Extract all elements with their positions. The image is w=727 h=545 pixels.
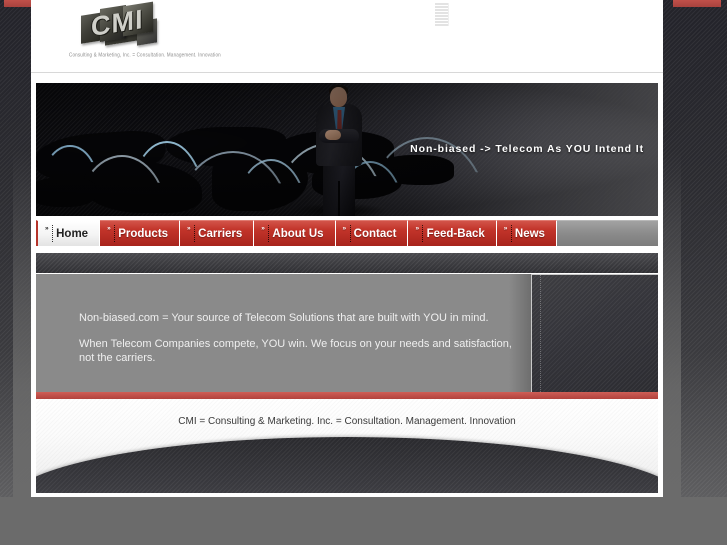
nav-item-home[interactable]: » Home — [36, 220, 101, 246]
intro-paragraph-2: When Telecom Companies compete, YOU win.… — [79, 338, 512, 365]
content-red-rule — [36, 392, 658, 399]
footer-tagline: CMI = Consulting & Marketing. Inc. = Con… — [178, 416, 516, 427]
frame-red-accent-right — [673, 0, 721, 7]
hero-banner: Non-biased -> Telecom As YOU Intend It — [36, 83, 658, 216]
site-header: CMI Consulting & Marketing, Inc. = Consu… — [31, 0, 663, 73]
nav-item-news[interactable]: » News — [496, 220, 557, 246]
intro-copy: Non-biased.com = Your source of Telecom … — [79, 311, 519, 377]
nav-divider-dots — [114, 225, 116, 242]
nav-item-carriers[interactable]: » Carriers — [180, 220, 255, 246]
content-main-column: Non-biased.com = Your source of Telecom … — [36, 274, 531, 392]
double-arrow-icon: » — [503, 225, 508, 233]
browser-page: CMI Consulting & Marketing, Inc. = Consu… — [0, 0, 727, 545]
double-arrow-icon: » — [107, 225, 111, 233]
page-frame-left — [0, 0, 31, 497]
frame-red-accent-left — [4, 0, 31, 7]
footer-wave-graphic — [36, 437, 658, 493]
content-edge-shadow — [509, 274, 531, 392]
nav-label: Carriers — [198, 227, 243, 240]
nav-label: News — [514, 227, 545, 240]
nav-item-feed-back[interactable]: » Feed-Back — [408, 220, 497, 246]
double-arrow-icon: » — [187, 225, 191, 233]
content-sidebar-panel — [531, 274, 658, 392]
nav-label: Contact — [353, 227, 397, 240]
sidebar-divider-dots — [540, 275, 541, 392]
content-area: Non-biased.com = Your source of Telecom … — [36, 274, 658, 392]
cmi-logo-mark: CMI — [81, 1, 173, 48]
nav-item-products[interactable]: » Products — [100, 220, 181, 246]
nav-label: Products — [118, 227, 169, 240]
nav-item-contact[interactable]: » Contact — [335, 220, 409, 246]
nav-divider-dots — [422, 225, 424, 242]
frame-fade-left — [13, 0, 31, 497]
nav-label: Feed-Back — [426, 227, 485, 240]
page-frame-right — [663, 0, 727, 497]
logo-tagline: Consulting & Marketing, Inc. = Consultat… — [69, 52, 221, 58]
nav-divider-dots — [510, 225, 512, 242]
nav-divider-dots — [268, 225, 270, 242]
content-header-bar — [36, 252, 658, 273]
nav-label: About Us — [272, 227, 324, 240]
intro-paragraph-1: Non-biased.com = Your source of Telecom … — [79, 312, 489, 324]
nav-item-about-us[interactable]: » About Us — [254, 220, 336, 246]
banner-tagline: Non-biased -> Telecom As YOU Intend It — [410, 143, 644, 155]
nav-divider-dots — [52, 225, 53, 242]
nav-divider-dots — [349, 225, 351, 242]
site-logo[interactable]: CMI Consulting & Marketing, Inc. = Consu… — [69, 1, 221, 66]
double-arrow-icon: » — [261, 225, 265, 233]
header-placeholder-graphic — [435, 3, 449, 26]
double-arrow-icon: » — [45, 225, 49, 233]
page-body: CMI Consulting & Marketing, Inc. = Consu… — [31, 0, 663, 497]
double-arrow-icon: » — [415, 225, 419, 233]
double-arrow-icon: » — [342, 225, 347, 233]
nav-divider-dots — [194, 225, 196, 242]
frame-fade-right — [663, 0, 681, 497]
site-footer: CMI = Consulting & Marketing. Inc. = Con… — [36, 399, 658, 493]
main-navigation: » Home » Products » Carriers » About Us … — [36, 220, 658, 246]
nav-label: Home — [56, 227, 89, 240]
nav-empty-filler — [556, 220, 658, 246]
